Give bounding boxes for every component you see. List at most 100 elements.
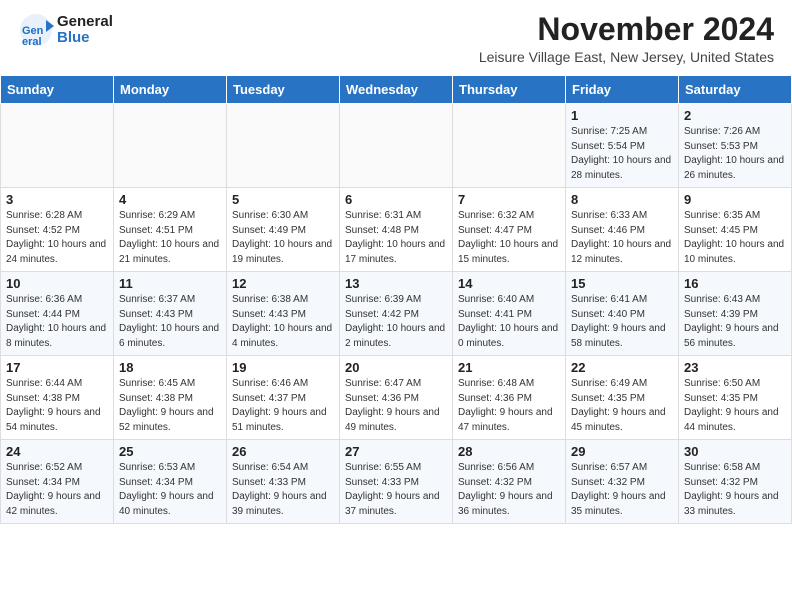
calendar-cell: 3Sunrise: 6:28 AM Sunset: 4:52 PM Daylig… (1, 188, 114, 272)
svg-text:eral: eral (22, 36, 42, 48)
title-block: November 2024 Leisure Village East, New … (479, 12, 774, 65)
day-number: 21 (458, 360, 560, 375)
dow-header-tuesday: Tuesday (227, 76, 340, 104)
page-header: Gen eral General Blue November 2024 Leis… (0, 0, 792, 69)
calendar-cell: 4 Sunrise: 6:29 AM Sunset: 4:51 PM Daylig… (114, 188, 227, 272)
day-number: 17 (6, 360, 108, 375)
day-number: 12 (232, 276, 334, 291)
day-number: 28 (458, 444, 560, 459)
day-info: Sunrise: 6:55 AM Sunset: 4:33 PM Dayligh… (345, 461, 447, 519)
day-info: Sunrise: 6:31 AM Sunset: 4:48 PM Dayligh… (345, 209, 447, 267)
calendar-cell: 7 Sunrise: 6:32 AM Sunset: 4:47 PM Daylig… (453, 188, 566, 272)
day-number: 26 (232, 444, 334, 459)
calendar-cell (114, 104, 227, 188)
day-info: Sunrise: 6:39 AM Sunset: 4:42 PM Dayligh… (345, 293, 447, 351)
calendar-cell: 8 Sunrise: 6:33 AM Sunset: 4:46 PM Daylig… (566, 188, 679, 272)
day-number: 10 (6, 276, 108, 291)
day-number: 18 (119, 360, 221, 375)
day-info: Sunrise: 6:46 AM Sunset: 4:37 PM Dayligh… (232, 377, 334, 435)
calendar-cell: 19Sunrise: 6:46 AM Sunset: 4:37 PM Dayli… (227, 356, 340, 440)
logo-blue: Blue (57, 30, 113, 47)
month-title: November 2024 (479, 12, 774, 47)
day-number: 6 (345, 192, 447, 207)
day-number: 3 (6, 192, 108, 207)
calendar-cell: 6 Sunrise: 6:31 AM Sunset: 4:48 PM Daylig… (340, 188, 453, 272)
dow-header-monday: Monday (114, 76, 227, 104)
day-info: Sunrise: 6:30 AM Sunset: 4:49 PM Dayligh… (232, 209, 334, 267)
calendar-cell: 22 Sunrise: 6:49 AM Sunset: 4:35 PM Dayli… (566, 356, 679, 440)
dow-header-sunday: Sunday (1, 76, 114, 104)
calendar-cell: 15Sunrise: 6:41 AM Sunset: 4:40 PM Dayli… (566, 272, 679, 356)
calendar-cell (227, 104, 340, 188)
calendar-table: SundayMondayTuesdayWednesdayThursdayFrid… (0, 75, 792, 524)
day-info: Sunrise: 6:33 AM Sunset: 4:46 PM Dayligh… (571, 209, 673, 267)
logo: Gen eral General Blue (18, 12, 113, 48)
day-info: Sunrise: 6:35 AM Sunset: 4:45 PM Dayligh… (684, 209, 786, 267)
day-info: Sunrise: 6:56 AM Sunset: 4:32 PM Dayligh… (458, 461, 560, 519)
day-number: 14 (458, 276, 560, 291)
calendar-cell: 18 Sunrise: 6:45 AM Sunset: 4:38 PM Dayli… (114, 356, 227, 440)
day-info: Sunrise: 6:53 AM Sunset: 4:34 PM Dayligh… (119, 461, 221, 519)
calendar-cell: 28 Sunrise: 6:56 AM Sunset: 4:32 PM Dayli… (453, 440, 566, 524)
calendar-cell: 1 Sunrise: 7:25 AM Sunset: 5:54 PM Daylig… (566, 104, 679, 188)
day-info: Sunrise: 6:38 AM Sunset: 4:43 PM Dayligh… (232, 293, 334, 351)
location-text: Leisure Village East, New Jersey, United… (479, 49, 774, 65)
day-info: Sunrise: 6:49 AM Sunset: 4:35 PM Dayligh… (571, 377, 673, 435)
logo-general: General (57, 14, 113, 31)
calendar-cell: 2 Sunrise: 7:26 AM Sunset: 5:53 PM Daylig… (679, 104, 792, 188)
dow-header-saturday: Saturday (679, 76, 792, 104)
calendar-cell: 10 Sunrise: 6:36 AM Sunset: 4:44 PM Dayli… (1, 272, 114, 356)
day-info: Sunrise: 6:45 AM Sunset: 4:38 PM Dayligh… (119, 377, 221, 435)
day-number: 22 (571, 360, 673, 375)
day-info: Sunrise: 6:50 AM Sunset: 4:35 PM Dayligh… (684, 377, 786, 435)
calendar-cell: 25Sunrise: 6:53 AM Sunset: 4:34 PM Dayli… (114, 440, 227, 524)
day-info: Sunrise: 6:40 AM Sunset: 4:41 PM Dayligh… (458, 293, 560, 351)
day-info: Sunrise: 6:57 AM Sunset: 4:32 PM Dayligh… (571, 461, 673, 519)
calendar-cell: 21 Sunrise: 6:48 AM Sunset: 4:36 PM Dayli… (453, 356, 566, 440)
calendar-cell: 24 Sunrise: 6:52 AM Sunset: 4:34 PM Dayli… (1, 440, 114, 524)
calendar-cell: 26Sunrise: 6:54 AM Sunset: 4:33 PM Dayli… (227, 440, 340, 524)
day-info: Sunrise: 6:36 AM Sunset: 4:44 PM Dayligh… (6, 293, 108, 351)
calendar-cell: 11 Sunrise: 6:37 AM Sunset: 4:43 PM Dayli… (114, 272, 227, 356)
day-number: 24 (6, 444, 108, 459)
day-number: 30 (684, 444, 786, 459)
calendar-cell: 30 Sunrise: 6:58 AM Sunset: 4:32 PM Dayli… (679, 440, 792, 524)
day-info: Sunrise: 6:48 AM Sunset: 4:36 PM Dayligh… (458, 377, 560, 435)
calendar-cell: 12 Sunrise: 6:38 AM Sunset: 4:43 PM Dayli… (227, 272, 340, 356)
day-info: Sunrise: 6:32 AM Sunset: 4:47 PM Dayligh… (458, 209, 560, 267)
calendar-cell: 13 Sunrise: 6:39 AM Sunset: 4:42 PM Dayli… (340, 272, 453, 356)
day-info: Sunrise: 6:52 AM Sunset: 4:34 PM Dayligh… (6, 461, 108, 519)
day-info: Sunrise: 6:58 AM Sunset: 4:32 PM Dayligh… (684, 461, 786, 519)
dow-header-thursday: Thursday (453, 76, 566, 104)
calendar-cell: 29 Sunrise: 6:57 AM Sunset: 4:32 PM Dayli… (566, 440, 679, 524)
day-number: 7 (458, 192, 560, 207)
day-number: 4 (119, 192, 221, 207)
dow-header-wednesday: Wednesday (340, 76, 453, 104)
day-number: 20 (345, 360, 447, 375)
day-number: 8 (571, 192, 673, 207)
day-info: Sunrise: 7:25 AM Sunset: 5:54 PM Dayligh… (571, 125, 673, 183)
day-info: Sunrise: 6:29 AM Sunset: 4:51 PM Dayligh… (119, 209, 221, 267)
calendar-cell: 27 Sunrise: 6:55 AM Sunset: 4:33 PM Dayli… (340, 440, 453, 524)
calendar-cell (340, 104, 453, 188)
calendar-cell (453, 104, 566, 188)
dow-header-friday: Friday (566, 76, 679, 104)
calendar-cell: 20 Sunrise: 6:47 AM Sunset: 4:36 PM Dayli… (340, 356, 453, 440)
day-number: 27 (345, 444, 447, 459)
day-number: 1 (571, 108, 673, 123)
calendar-cell (1, 104, 114, 188)
day-number: 29 (571, 444, 673, 459)
day-number: 16 (684, 276, 786, 291)
calendar-cell: 17 Sunrise: 6:44 AM Sunset: 4:38 PM Dayli… (1, 356, 114, 440)
day-number: 11 (119, 276, 221, 291)
day-number: 5 (232, 192, 334, 207)
day-number: 13 (345, 276, 447, 291)
day-number: 15 (571, 276, 673, 291)
calendar-cell: 16Sunrise: 6:43 AM Sunset: 4:39 PM Dayli… (679, 272, 792, 356)
day-info: Sunrise: 6:37 AM Sunset: 4:43 PM Dayligh… (119, 293, 221, 351)
calendar-cell: 14 Sunrise: 6:40 AM Sunset: 4:41 PM Dayli… (453, 272, 566, 356)
day-info: Sunrise: 7:26 AM Sunset: 5:53 PM Dayligh… (684, 125, 786, 183)
day-info: Sunrise: 6:47 AM Sunset: 4:36 PM Dayligh… (345, 377, 447, 435)
day-number: 2 (684, 108, 786, 123)
day-info: Sunrise: 6:44 AM Sunset: 4:38 PM Dayligh… (6, 377, 108, 435)
